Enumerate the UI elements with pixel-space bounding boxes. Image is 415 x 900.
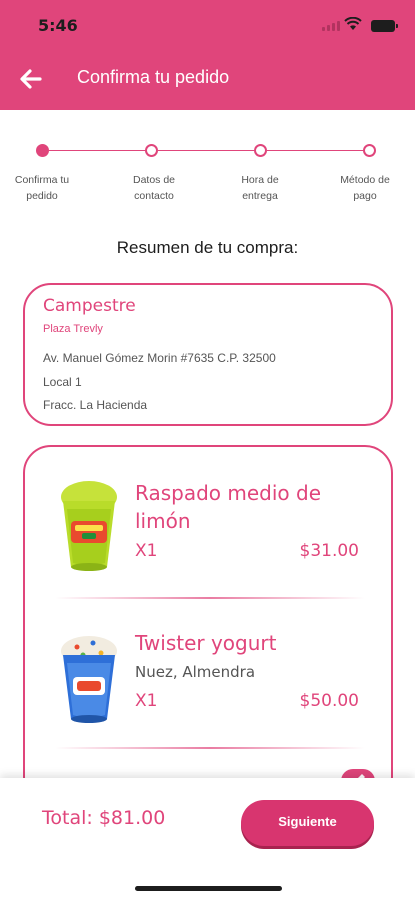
summary-title: Resumen de tu compra: xyxy=(116,238,299,257)
item-name: Twister yogurt xyxy=(135,631,277,655)
item-quantity: X1 xyxy=(135,541,158,561)
item-price: $31.00 xyxy=(299,541,359,561)
step-label-line: pago xyxy=(353,190,377,202)
app-header: 5:46 Confirma tu pedido xyxy=(0,0,415,110)
next-button[interactable]: Siguiente xyxy=(241,800,374,846)
status-time: 5:46 xyxy=(38,16,78,35)
back-arrow-icon[interactable] xyxy=(20,68,42,90)
step-label-line: Hora de xyxy=(241,174,279,186)
step-label-contact: Datos de contacto xyxy=(114,172,194,204)
store-plaza: Plaza Trevly xyxy=(43,323,103,335)
store-card: Campestre Plaza Trevly Av. Manuel Gómez … xyxy=(23,283,393,426)
step-dot-payment[interactable] xyxy=(363,144,376,157)
status-bar: 5:46 xyxy=(0,0,415,52)
item-quantity: X1 xyxy=(135,691,158,711)
item-description: Nuez, Almendra xyxy=(135,663,256,681)
raspado-cup-icon xyxy=(61,481,117,571)
step-label-line: Método de xyxy=(340,174,390,186)
order-items-card: Raspado medio de limón X1 $31.00 Twister… xyxy=(23,445,393,805)
step-dot-delivery[interactable] xyxy=(254,144,267,157)
step-label-delivery: Hora de entrega xyxy=(220,172,300,204)
item-name: Raspado medio de limón xyxy=(135,481,322,533)
page-title: Confirma tu pedido xyxy=(77,67,230,87)
checkout-footer: Total: $81.00 Siguiente xyxy=(0,778,415,900)
signal-icon xyxy=(322,21,340,31)
step-connector xyxy=(158,150,255,151)
store-name: Campestre xyxy=(43,296,136,316)
step-dot-confirm[interactable] xyxy=(36,144,49,157)
battery-icon xyxy=(371,20,398,32)
item-divider xyxy=(55,597,365,599)
wifi-icon xyxy=(344,17,362,30)
step-label-confirm: Confirma tu pedido xyxy=(2,172,82,204)
item-divider xyxy=(55,747,365,749)
step-label-line: Confirma tu xyxy=(14,174,70,186)
home-indicator xyxy=(135,886,282,891)
step-connector xyxy=(267,150,364,151)
checkout-stepper: Confirma tu pedido Datos de contacto Hor… xyxy=(0,136,415,211)
item-price: $50.00 xyxy=(299,691,359,711)
step-label-line: entrega xyxy=(242,190,278,202)
store-address-line: Local 1 xyxy=(43,375,82,389)
twister-cup-icon xyxy=(61,636,117,723)
store-address-line: Av. Manuel Gómez Morin #7635 C.P. 32500 xyxy=(43,351,276,365)
step-label-line: contacto xyxy=(134,190,174,202)
order-total: Total: $81.00 xyxy=(42,807,166,829)
store-address-line: Fracc. La Hacienda xyxy=(43,398,148,412)
step-label-line: Datos de xyxy=(132,174,176,186)
step-label-line: pedido xyxy=(26,190,58,202)
step-dot-contact[interactable] xyxy=(145,144,158,157)
step-label-payment: Método de pago xyxy=(325,172,405,204)
step-connector xyxy=(49,150,146,151)
